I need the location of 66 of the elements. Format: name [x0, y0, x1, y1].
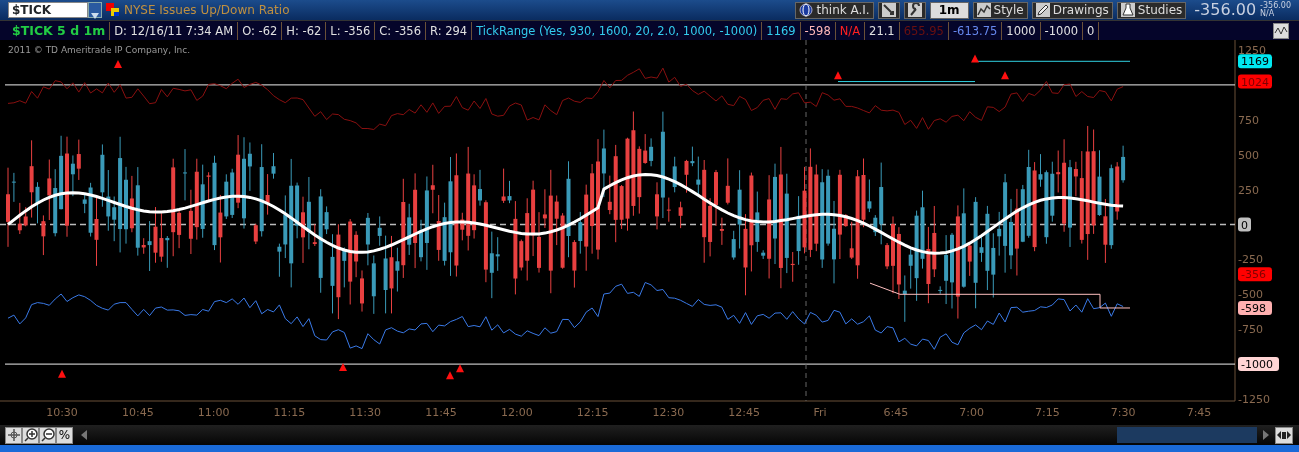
- chart-control-button[interactable]: [22, 426, 39, 444]
- axis-label: 250: [1238, 183, 1259, 197]
- triangle-marker: [114, 59, 122, 68]
- triangle-marker: [58, 369, 66, 378]
- line-chart-icon: [976, 3, 991, 17]
- axis-label: 10:30: [46, 406, 78, 419]
- axis-label: -750: [1238, 323, 1263, 337]
- axis-label: -250: [1238, 253, 1263, 267]
- crosshair-icon: [6, 428, 21, 442]
- toolbar-button[interactable]: think A.I.: [795, 1, 874, 19]
- symbol-description: NYSE Issues Up/Down Ratio: [124, 2, 290, 19]
- triangle-marker: [1001, 71, 1009, 80]
- toolbar-button[interactable]: Studies: [1116, 1, 1187, 19]
- toolbar-button[interactable]: Style: [972, 1, 1028, 19]
- axis-label: 11:00: [197, 406, 230, 419]
- linked-squares-icon: [106, 3, 120, 17]
- chart-control-button[interactable]: [5, 426, 22, 444]
- triangle-marker: [339, 362, 347, 371]
- toolbar-button[interactable]: Drawings: [1031, 1, 1113, 19]
- zoom-in-icon: [23, 428, 38, 442]
- mini-status: N/A: [1260, 10, 1275, 18]
- axis-label: 500: [1238, 148, 1259, 162]
- last-price: -356.00: [1194, 0, 1257, 21]
- axis-label: 11:15: [273, 406, 306, 419]
- axis-label: 6:45: [883, 406, 909, 419]
- axis-label: 7:30: [1110, 406, 1136, 419]
- axis-label: 10:45: [121, 406, 154, 419]
- scroll-right-icon[interactable]: [1261, 429, 1271, 441]
- chart-control-button[interactable]: %: [56, 426, 73, 444]
- dropdown-button[interactable]: [88, 2, 102, 18]
- axis-label: 12:00: [500, 406, 533, 419]
- zoom-out-icon: [40, 428, 55, 442]
- axis-label: 11:30: [349, 406, 382, 419]
- axis-label: 12:30: [652, 406, 685, 419]
- axis-label: 7:45: [1186, 406, 1212, 419]
- price-badge: 1169: [1238, 54, 1272, 69]
- globe-icon: [799, 3, 814, 17]
- triangle-marker: [834, 71, 842, 80]
- axis-label: 12:15: [576, 406, 609, 419]
- scrollbar-thumb[interactable]: [1117, 427, 1257, 443]
- flask-icon: [1120, 3, 1135, 17]
- price-badge: -1000: [1238, 357, 1279, 372]
- scroll-left-icon[interactable]: [79, 429, 89, 441]
- mini-price: -356.00: [1260, 2, 1291, 10]
- axis-label: 7:00: [959, 406, 984, 419]
- triangle-marker: [971, 54, 979, 63]
- triangle-marker: [446, 371, 454, 380]
- axis-label: -1250: [1238, 393, 1270, 406]
- axis-label: 750: [1238, 113, 1259, 127]
- axis-label: 11:45: [425, 406, 457, 419]
- axis-label: 12:45: [728, 406, 761, 419]
- symbol-field[interactable]: $TICK: [8, 2, 88, 18]
- axis-label: 1250: [1238, 44, 1266, 57]
- chart-control-button[interactable]: [39, 426, 56, 444]
- triangle-marker: [456, 364, 464, 373]
- wrench-icon[interactable]: [907, 3, 922, 17]
- axis-label: 7:15: [1035, 406, 1060, 419]
- toolbar-button[interactable]: 1m: [929, 1, 969, 19]
- price-badge: -356: [1238, 267, 1272, 282]
- axis-label: -500: [1238, 288, 1263, 302]
- axis-label: Fri: [813, 406, 827, 419]
- copyright-text: 2011 © TD Ameritrade IP Company, Inc.: [8, 45, 191, 55]
- pan-icon[interactable]: [1275, 426, 1293, 444]
- pencil-icon: [1035, 3, 1050, 17]
- diagonal-arrow-icon[interactable]: [881, 3, 896, 17]
- chart-icon[interactable]: [1273, 22, 1289, 39]
